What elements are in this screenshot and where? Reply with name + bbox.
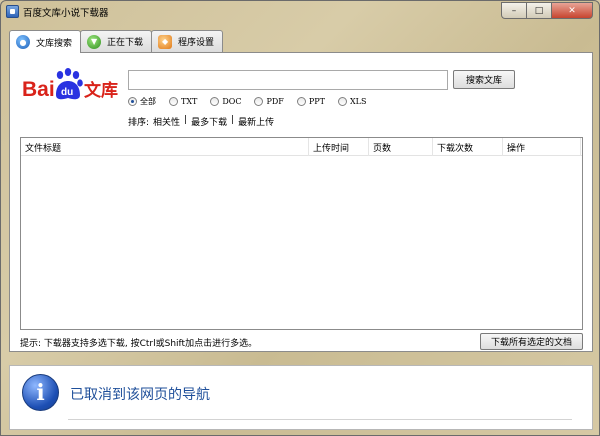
radio-checked-icon: [128, 97, 137, 106]
logo-suffix: 文库: [84, 80, 118, 101]
navigation-canceled-message: 已取消到该网页的导航: [70, 387, 210, 403]
sort-separator: |: [184, 115, 188, 125]
minimize-button[interactable]: –: [501, 2, 527, 19]
minimize-icon: –: [511, 5, 517, 16]
baidu-paw-icon: du: [56, 68, 83, 100]
filter-txt[interactable]: TXT: [169, 97, 197, 106]
search-panel: Bai du 文库 搜索文库 全部 TXT DOC PDF PPT XLS 排序…: [9, 52, 593, 352]
column-header-pages[interactable]: 页数: [369, 138, 433, 156]
tab-settings[interactable]: ◆ 程序设置: [151, 30, 224, 52]
file-type-filter: 全部 TXT DOC PDF PPT XLS: [128, 96, 379, 107]
tab-strip: ● 文库搜索 ▼ 正在下载 ◆ 程序设置: [9, 30, 224, 53]
column-header-upload-time[interactable]: 上传时间: [309, 138, 369, 156]
close-icon: ✕: [568, 5, 576, 16]
maximize-button[interactable]: □: [526, 2, 552, 19]
tab-downloading[interactable]: ▼ 正在下载: [80, 30, 153, 52]
info-icon: i: [22, 374, 59, 411]
client-area: ● 文库搜索 ▼ 正在下载 ◆ 程序设置 Bai du 文库 搜索文库 全部 T…: [9, 30, 593, 430]
column-header-title[interactable]: 文件标题: [21, 138, 309, 156]
window-title: 百度文库小说下载器: [23, 8, 109, 19]
filter-xls[interactable]: XLS: [337, 97, 366, 106]
tab-label: 文库搜索: [36, 38, 73, 49]
tab-label: 正在下载: [107, 38, 144, 48]
navigation-canceled-page: i 已取消到该网页的导航: [9, 365, 593, 430]
tab-label: 程序设置: [178, 38, 215, 48]
sort-relevance[interactable]: 相关性: [153, 115, 180, 128]
logo-paw-text: du: [61, 87, 73, 98]
multi-select-hint: 提示: 下载器支持多选下载, 按Ctrl或Shift加点击进行多选。: [20, 339, 258, 349]
close-button[interactable]: ✕: [551, 2, 593, 19]
column-header-actions[interactable]: 操作: [503, 138, 581, 156]
filter-doc[interactable]: DOC: [210, 97, 241, 106]
window-controls: – □ ✕: [501, 2, 593, 19]
sort-newest[interactable]: 最新上传: [238, 115, 274, 128]
sort-separator: |: [231, 115, 235, 125]
search-tab-icon: ●: [16, 35, 30, 49]
app-icon: [6, 5, 19, 18]
download-arrow-icon: ▼: [87, 34, 102, 49]
table-header: 文件标题 上传时间 页数 下载次数 操作: [21, 138, 582, 156]
filter-all[interactable]: 全部: [128, 96, 156, 107]
divider: [68, 419, 572, 420]
baidu-wenku-logo: Bai du 文库: [22, 68, 118, 101]
maximize-icon: □: [534, 5, 544, 16]
app-window: 百度文库小说下载器 – □ ✕ ● 文库搜索 ▼ 正在下载 ◆ 程序设置 Bai: [0, 0, 600, 436]
logo-prefix: Bai: [22, 78, 55, 101]
sort-label: 排序:: [128, 118, 150, 128]
radio-icon: [210, 97, 220, 106]
radio-icon: [169, 97, 178, 106]
search-library-button[interactable]: 搜索文库: [453, 70, 515, 89]
results-table[interactable]: 文件标题 上传时间 页数 下载次数 操作: [20, 137, 583, 330]
sort-bar: 排序: 相关性 | 最多下载 | 最新上传: [128, 115, 274, 128]
filter-pdf[interactable]: PDF: [254, 97, 284, 106]
radio-icon: [296, 97, 306, 106]
sort-most-downloaded[interactable]: 最多下载: [191, 115, 227, 128]
search-input[interactable]: [128, 70, 448, 90]
filter-ppt[interactable]: PPT: [296, 97, 325, 106]
settings-tab-icon: ◆: [158, 34, 173, 49]
download-selected-button[interactable]: 下载所有选定的文档: [480, 333, 583, 350]
column-header-downloads[interactable]: 下载次数: [433, 138, 503, 156]
radio-icon: [254, 97, 264, 106]
tab-library-search[interactable]: ● 文库搜索: [9, 30, 82, 53]
radio-icon: [337, 97, 347, 106]
title-bar[interactable]: 百度文库小说下载器 – □ ✕: [1, 1, 599, 23]
